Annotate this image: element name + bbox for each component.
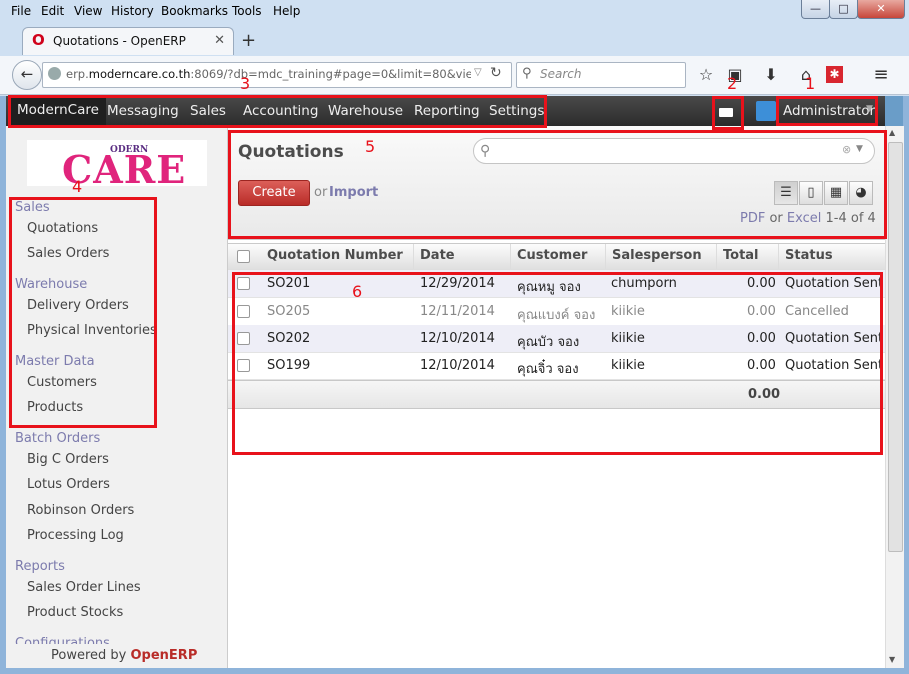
browser-search-placeholder: Search [540, 67, 582, 81]
logo-subtext: ODERN [110, 145, 149, 155]
bookmark-star-icon[interactable]: ☆ [695, 64, 717, 86]
sidebar-section-configurations[interactable]: Configurations [15, 636, 110, 644]
menu-tools[interactable]: Tools [232, 4, 262, 18]
annotation-number-3: 3 [240, 74, 251, 93]
scroll-down-icon[interactable]: ▼ [889, 655, 895, 664]
window-border-bottom [0, 668, 909, 674]
column-header-quotation-number[interactable]: Quotation Number [261, 244, 414, 269]
minimize-icon[interactable]: — [801, 0, 830, 19]
annotation-number-6: 6 [352, 282, 363, 301]
annotation-box-4 [9, 197, 157, 428]
annotation-box-1 [776, 96, 878, 126]
column-header-status[interactable]: Status [779, 244, 885, 269]
back-arrow-icon[interactable]: ← [12, 60, 42, 90]
sidebar-item-big-c-orders[interactable]: Big C Orders [27, 452, 109, 467]
annotation-number-1: 1 [805, 74, 816, 93]
annotation-number-4: 4 [72, 177, 83, 196]
sidebar-section-configurations-clip: Configurations [6, 634, 227, 644]
annotation-number-5: 5 [365, 137, 376, 156]
sidebar-section-batch-orders[interactable]: Batch Orders [15, 431, 100, 446]
menu-view[interactable]: View [74, 4, 102, 18]
tab-title: Quotations - OpenERP [53, 34, 186, 48]
browser-tab[interactable]: O Quotations - OpenERP ✕ [22, 27, 234, 55]
sidebar-item-robinson-orders[interactable]: Robinson Orders [27, 503, 134, 518]
scroll-up-icon[interactable]: ▲ [889, 128, 895, 137]
annotation-box-5 [228, 130, 887, 239]
scrollbar-thumb[interactable] [888, 142, 903, 552]
addon-icon[interactable]: ✱ [826, 66, 843, 83]
sidebar-item-lotus-orders[interactable]: Lotus Orders [27, 477, 110, 492]
search-icon: ⚲ [522, 66, 532, 81]
download-arrow-icon[interactable]: ⬇ [760, 64, 782, 86]
powered-by: Powered by OpenERP [51, 648, 198, 663]
url-text: erp.moderncare.co.th:8069/?db=mdc_traini… [66, 67, 471, 81]
menu-edit[interactable]: Edit [41, 4, 64, 18]
opera-icon: O [32, 31, 45, 49]
sidebar-item-product-stocks[interactable]: Product Stocks [27, 605, 123, 620]
annotation-box-3 [8, 95, 547, 128]
menu-help[interactable]: Help [273, 4, 300, 18]
annotation-number-2: 2 [727, 74, 738, 93]
annotation-box-2 [712, 96, 744, 130]
sidebar-item-sales-order-lines[interactable]: Sales Order Lines [27, 580, 141, 595]
hamburger-menu-icon[interactable]: ≡ [870, 64, 892, 86]
dropdown-triangle-icon[interactable]: ▽ [474, 67, 482, 78]
reload-icon[interactable]: ↻ [490, 65, 502, 81]
column-header-total[interactable]: Total [717, 244, 779, 269]
openerp-link[interactable]: OpenERP [131, 648, 198, 663]
menu-file[interactable]: File [11, 4, 31, 18]
new-tab-icon[interactable]: + [241, 30, 256, 51]
sidebar-item-processing-log[interactable]: Processing Log [27, 528, 124, 543]
sidebar-section-reports[interactable]: Reports [15, 559, 65, 574]
menu-bookmarks[interactable]: Bookmarks [161, 4, 228, 18]
window-close-icon[interactable]: ✕ [857, 0, 905, 19]
column-header-customer[interactable]: Customer [511, 244, 606, 269]
avatar[interactable] [756, 101, 776, 121]
maximize-icon[interactable]: □ [829, 0, 858, 19]
tab-close-icon[interactable]: ✕ [214, 33, 225, 48]
column-header-salesperson[interactable]: Salesperson [606, 244, 717, 269]
globe-icon [48, 67, 61, 80]
annotation-box-6 [232, 272, 883, 455]
browser-menubar: File Edit View History Bookmarks Tools H… [0, 0, 909, 22]
select-all-checkbox[interactable] [237, 250, 250, 263]
column-header-date[interactable]: Date [414, 244, 511, 269]
menu-history[interactable]: History [111, 4, 154, 18]
